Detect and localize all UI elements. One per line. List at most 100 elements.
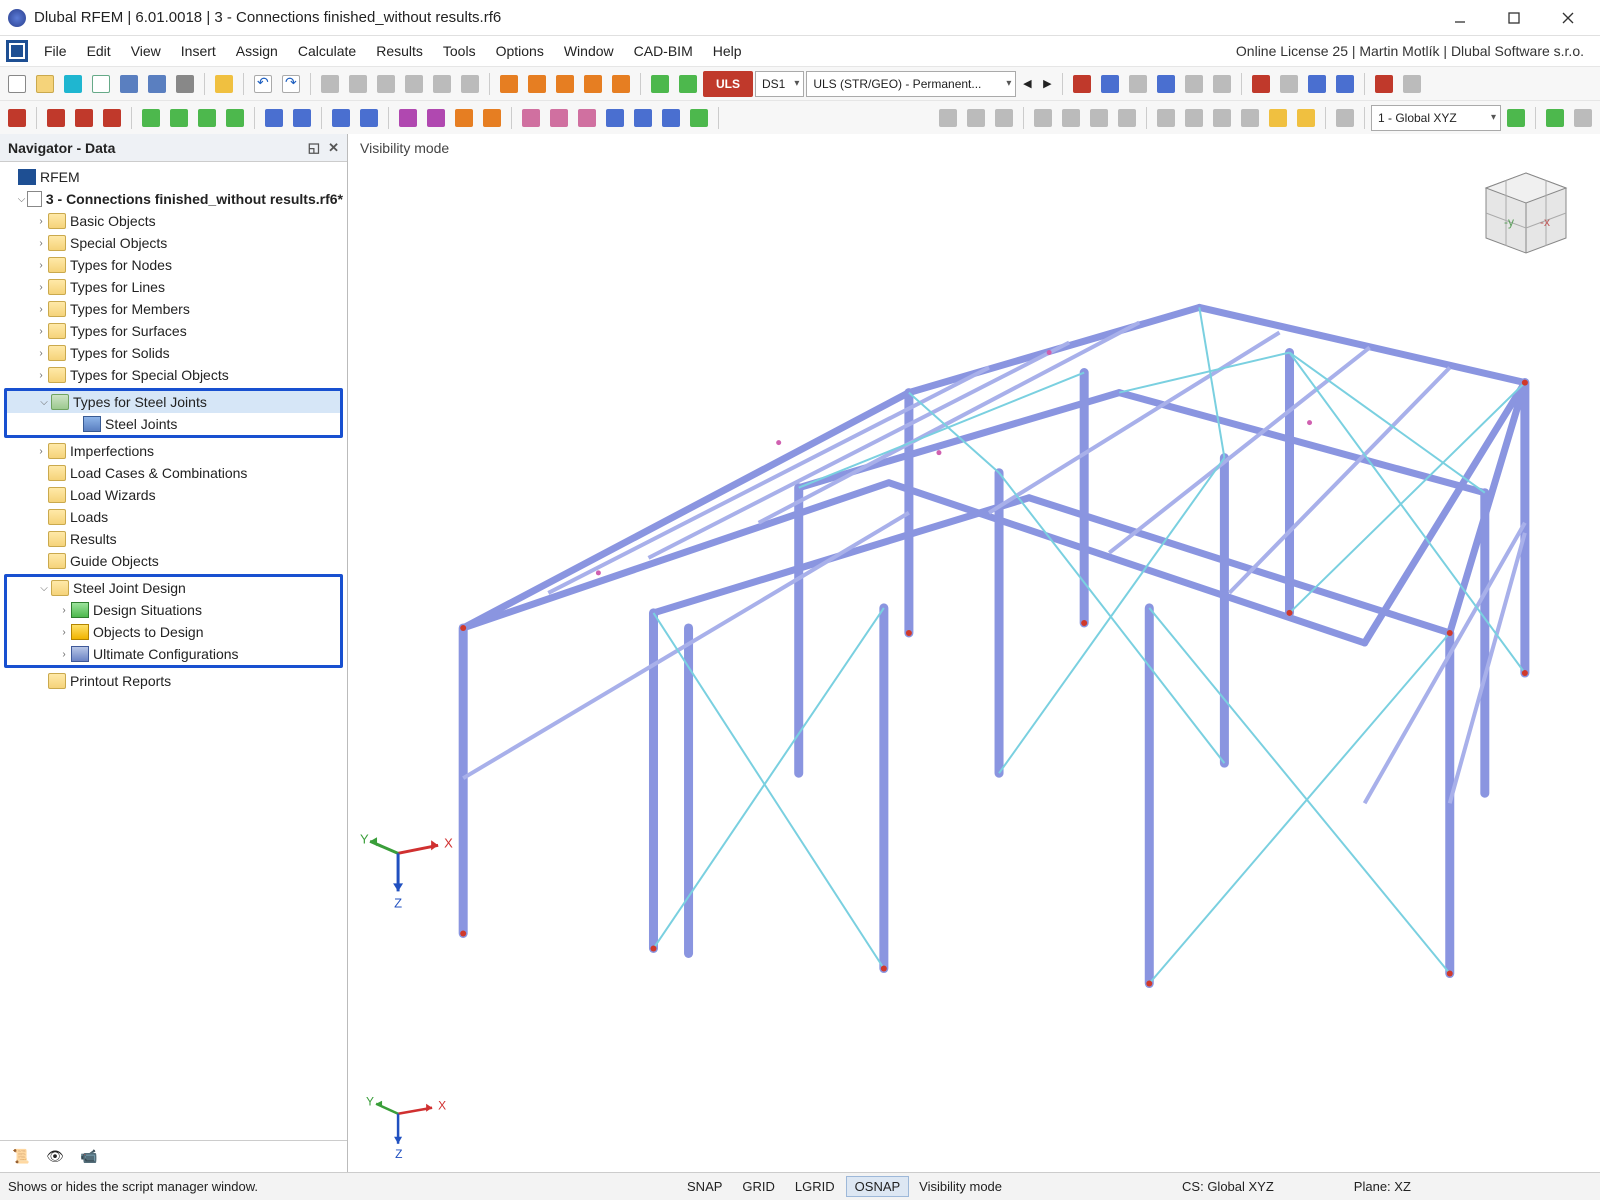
- n4-button[interactable]: [222, 105, 248, 131]
- lc2-button[interactable]: [675, 71, 701, 97]
- camera-icon[interactable]: 📹: [76, 1146, 102, 1168]
- s2-button[interactable]: [423, 105, 449, 131]
- snap-toggle[interactable]: SNAP: [678, 1176, 731, 1197]
- menu-help[interactable]: Help: [703, 39, 752, 63]
- s4-button[interactable]: [479, 105, 505, 131]
- table3-button[interactable]: [373, 71, 399, 97]
- tree-item[interactable]: Load Wizards: [0, 484, 347, 506]
- s3-button[interactable]: [451, 105, 477, 131]
- table4-button[interactable]: [401, 71, 427, 97]
- r6-button[interactable]: [1086, 105, 1112, 131]
- sel1-button[interactable]: [4, 105, 30, 131]
- tree-item[interactable]: ›Types for Solids: [0, 342, 347, 364]
- tree-item[interactable]: ›Imperfections: [0, 440, 347, 462]
- menu-calculate[interactable]: Calculate: [288, 39, 366, 63]
- view5-button[interactable]: [1181, 71, 1207, 97]
- undock-icon[interactable]: ◱: [308, 140, 320, 156]
- s1-button[interactable]: [395, 105, 421, 131]
- save-button[interactable]: [116, 71, 142, 97]
- viz2-button[interactable]: [1570, 105, 1596, 131]
- menu-results[interactable]: Results: [366, 39, 433, 63]
- new-button[interactable]: [4, 71, 30, 97]
- osnap-toggle[interactable]: OSNAP: [846, 1176, 910, 1197]
- tree-item[interactable]: Guide Objects: [0, 550, 347, 572]
- global-axes-combo[interactable]: 1 - Global XYZ: [1371, 105, 1501, 131]
- vis1-button[interactable]: [1371, 71, 1397, 97]
- r12-button[interactable]: [1265, 105, 1291, 131]
- viewport-3d[interactable]: Visibility mode -y -x: [348, 134, 1600, 1172]
- lc1-button[interactable]: [647, 71, 673, 97]
- prev-loadcase-button[interactable]: ◀: [1018, 73, 1036, 95]
- tree-model[interactable]: ⌵3 - Connections finished_without result…: [0, 188, 347, 210]
- r2-button[interactable]: [963, 105, 989, 131]
- l1-button[interactable]: [518, 105, 544, 131]
- maximize-button[interactable]: [1496, 4, 1532, 32]
- sel3-button[interactable]: [71, 105, 97, 131]
- lgrid-toggle[interactable]: LGRID: [786, 1176, 844, 1197]
- tree-objects-to-design[interactable]: ›Objects to Design: [7, 621, 340, 643]
- tree-item[interactable]: Load Cases & Combinations: [0, 462, 347, 484]
- viz-button[interactable]: [1542, 105, 1568, 131]
- menu-assign[interactable]: Assign: [226, 39, 288, 63]
- l2-button[interactable]: [546, 105, 572, 131]
- l6-button[interactable]: [658, 105, 684, 131]
- table6-button[interactable]: [457, 71, 483, 97]
- tree-steel-joints-group[interactable]: ⌵Types for Steel Joints: [7, 391, 340, 413]
- block-button[interactable]: [60, 71, 86, 97]
- tree-item[interactable]: ›Special Objects: [0, 232, 347, 254]
- view7-button[interactable]: [1248, 71, 1274, 97]
- calc1-button[interactable]: [496, 71, 522, 97]
- table2-button[interactable]: [345, 71, 371, 97]
- calc4-button[interactable]: [580, 71, 606, 97]
- l3-button[interactable]: [574, 105, 600, 131]
- r7-button[interactable]: [1114, 105, 1140, 131]
- tree-root[interactable]: RFEM: [0, 166, 347, 188]
- menu-view[interactable]: View: [121, 39, 171, 63]
- menu-options[interactable]: Options: [486, 39, 554, 63]
- table5-button[interactable]: [429, 71, 455, 97]
- sel4-button[interactable]: [99, 105, 125, 131]
- menu-edit[interactable]: Edit: [77, 39, 121, 63]
- view1-button[interactable]: [1069, 71, 1095, 97]
- view2-button[interactable]: [1097, 71, 1123, 97]
- r9-button[interactable]: [1181, 105, 1207, 131]
- tree-item[interactable]: Loads: [0, 506, 347, 528]
- tree-item[interactable]: ›Types for Special Objects: [0, 364, 347, 386]
- load-combo[interactable]: ULS (STR/GEO) - Permanent...: [806, 71, 1016, 97]
- m1-button[interactable]: [328, 105, 354, 131]
- save-all-button[interactable]: [144, 71, 170, 97]
- next-loadcase-button[interactable]: ▶: [1038, 73, 1056, 95]
- r1-button[interactable]: [935, 105, 961, 131]
- r8-button[interactable]: [1153, 105, 1179, 131]
- tree-ultimate-config[interactable]: ›Ultimate Configurations: [7, 643, 340, 665]
- n2-button[interactable]: [166, 105, 192, 131]
- open-button[interactable]: [32, 71, 58, 97]
- tree-item[interactable]: ›Basic Objects: [0, 210, 347, 232]
- n3-button[interactable]: [194, 105, 220, 131]
- tree-printout[interactable]: Printout Reports: [0, 670, 347, 692]
- l4-button[interactable]: [602, 105, 628, 131]
- r3-button[interactable]: [991, 105, 1017, 131]
- navigation-cube[interactable]: -y -x: [1466, 158, 1576, 268]
- r5-button[interactable]: [1058, 105, 1084, 131]
- tree-item[interactable]: ›Types for Surfaces: [0, 320, 347, 342]
- r11-button[interactable]: [1237, 105, 1263, 131]
- close-button[interactable]: [1550, 4, 1586, 32]
- report-button[interactable]: [211, 71, 237, 97]
- axes-refresh-button[interactable]: [1503, 105, 1529, 131]
- tree-steel-joints[interactable]: Steel Joints: [7, 413, 340, 435]
- navigator-tree[interactable]: RFEM ⌵3 - Connections finished_without r…: [0, 162, 347, 1140]
- tree-item[interactable]: ›Types for Lines: [0, 276, 347, 298]
- eye-icon[interactable]: 👁: [42, 1146, 68, 1168]
- tree-item[interactable]: Results: [0, 528, 347, 550]
- model-button[interactable]: [88, 71, 114, 97]
- view3-button[interactable]: [1125, 71, 1151, 97]
- uls-badge[interactable]: ULS: [703, 71, 753, 97]
- n1-button[interactable]: [138, 105, 164, 131]
- calc5-button[interactable]: [608, 71, 634, 97]
- redo-button[interactable]: [278, 71, 304, 97]
- structure-model[interactable]: X Y Z X Y Z: [348, 134, 1600, 1172]
- l5-button[interactable]: [630, 105, 656, 131]
- panel-close-icon[interactable]: ✕: [328, 140, 339, 156]
- menu-insert[interactable]: Insert: [171, 39, 226, 63]
